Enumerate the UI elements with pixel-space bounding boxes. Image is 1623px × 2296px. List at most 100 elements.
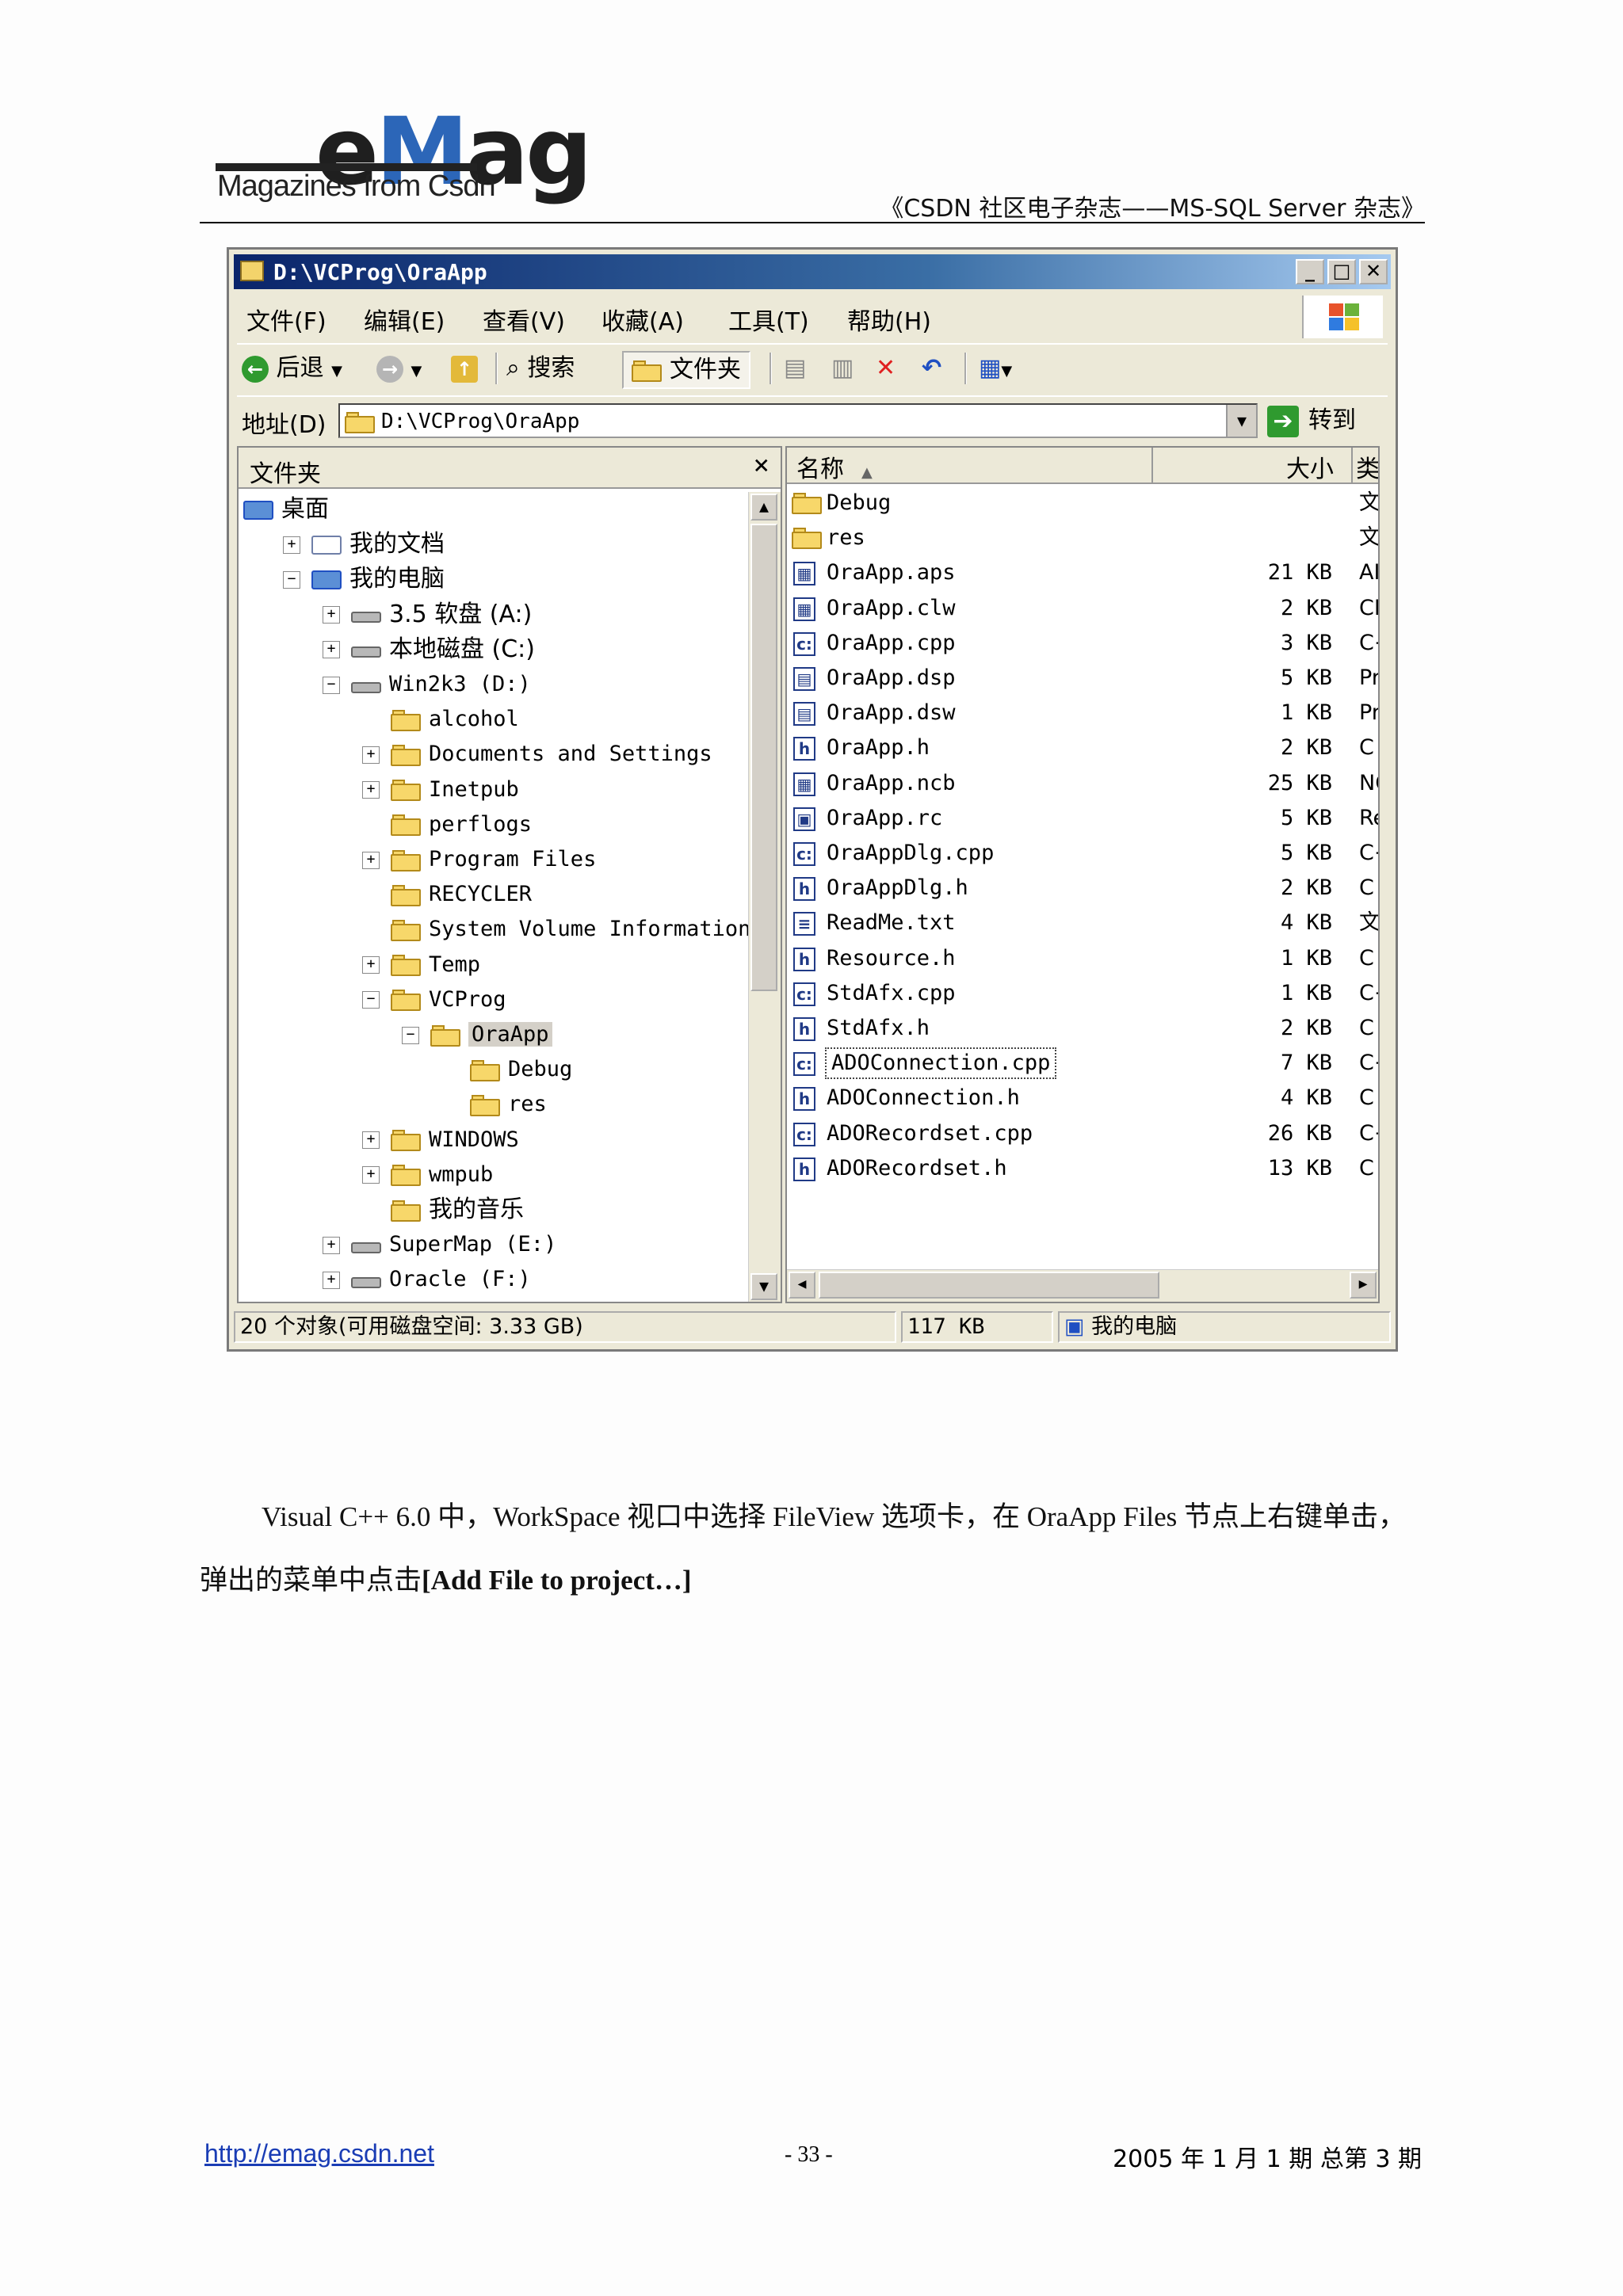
- tree-item[interactable]: System Volume Information: [362, 912, 750, 947]
- file-row[interactable]: h StdAfx.h 2 KB C: [787, 1011, 1378, 1046]
- column-name-header[interactable]: 名称 ▲: [796, 449, 873, 484]
- file-row[interactable]: ▦ OraApp.ncb 25 KB NC: [787, 766, 1378, 801]
- address-input[interactable]: D:\VCProg\OraApp ▼: [338, 403, 1258, 438]
- menu-tools[interactable]: 工具(T): [728, 302, 809, 337]
- tree-item[interactable]: alcohol: [362, 702, 519, 737]
- collapse-icon[interactable]: −: [362, 991, 380, 1009]
- file-row[interactable]: ▦ OraApp.aps 21 KB AI: [787, 555, 1378, 590]
- back-button[interactable]: ← 后退 ▼: [242, 351, 342, 386]
- file-row[interactable]: h Resource.h 1 KB C: [787, 941, 1378, 976]
- scroll-right-button[interactable]: ▶: [1350, 1272, 1377, 1299]
- file-row[interactable]: c: OraApp.cpp 3 KB C+: [787, 626, 1378, 661]
- search-button[interactable]: ⌕ 搜索: [506, 351, 575, 386]
- expand-icon[interactable]: +: [362, 1166, 380, 1184]
- address-dropdown-button[interactable]: ▼: [1226, 405, 1256, 437]
- search-label: 搜索: [527, 354, 575, 382]
- column-divider[interactable]: [1351, 448, 1353, 482]
- file-row[interactable]: h OraAppDlg.h 2 KB C: [787, 871, 1378, 906]
- tree-item[interactable]: + Oracle (F:): [323, 1262, 531, 1297]
- menu-help[interactable]: 帮助(H): [847, 302, 931, 337]
- forward-button[interactable]: → ▼: [376, 351, 422, 386]
- scroll-thumb[interactable]: [750, 524, 777, 991]
- tree-item[interactable]: 我的音乐: [362, 1192, 524, 1227]
- minimize-button[interactable]: _: [1296, 259, 1324, 284]
- tree-item[interactable]: + Program Files: [362, 842, 596, 877]
- file-row[interactable]: ▦ OraApp.clw 2 KB CI: [787, 591, 1378, 626]
- delete-button[interactable]: ✕: [876, 351, 896, 386]
- column-size-header[interactable]: 大小: [1286, 449, 1334, 484]
- tree-item[interactable]: +3.5 软盘 (A:): [323, 597, 532, 632]
- file-row[interactable]: ▤ OraApp.dsw 1 KB Pr: [787, 696, 1378, 730]
- tree-item[interactable]: RECYCLER: [362, 877, 532, 912]
- file-row[interactable]: c: ADORecordset.cpp 26 KB C+: [787, 1116, 1378, 1151]
- collapse-icon[interactable]: −: [402, 1026, 419, 1044]
- close-button[interactable]: ✕: [1359, 259, 1388, 284]
- tree-item[interactable]: res: [441, 1087, 547, 1122]
- expand-icon[interactable]: +: [283, 536, 300, 554]
- tree-item[interactable]: + Documents and Settings: [362, 737, 712, 772]
- menu-file[interactable]: 文件(F): [246, 302, 327, 337]
- horizontal-scrollbar[interactable]: ◀ ▶: [787, 1269, 1378, 1302]
- file-row[interactable]: h OraApp.h 2 KB C: [787, 730, 1378, 765]
- tree-item[interactable]: + SuperMap (E:): [323, 1227, 556, 1262]
- tree-item[interactable]: 桌面: [243, 492, 329, 527]
- tree-item[interactable]: + Inetpub: [362, 772, 519, 807]
- maximize-button[interactable]: □: [1327, 259, 1356, 284]
- undo-button[interactable]: ↶: [922, 351, 941, 386]
- scroll-down-button[interactable]: ▼: [750, 1273, 777, 1300]
- file-row[interactable]: h ADOConnection.h 4 KB C: [787, 1081, 1378, 1116]
- file-row[interactable]: ≡ ReadMe.txt 4 KB 文: [787, 906, 1378, 940]
- collapse-icon[interactable]: −: [323, 676, 340, 694]
- windows-logo-icon: [1302, 296, 1383, 338]
- close-pane-button[interactable]: ×: [754, 449, 769, 481]
- views-button[interactable]: ▦▼: [979, 351, 1012, 386]
- expand-icon[interactable]: +: [362, 956, 380, 974]
- go-button[interactable]: ➔ 转到: [1267, 403, 1356, 438]
- vertical-scrollbar[interactable]: ▲ ▼: [748, 492, 781, 1302]
- expand-icon[interactable]: +: [323, 1271, 340, 1289]
- column-divider[interactable]: [1151, 448, 1153, 482]
- tree-item[interactable]: + 本地磁盘 (C:): [323, 632, 535, 667]
- move-to-button[interactable]: ▤: [784, 351, 806, 386]
- tree-item[interactable]: − 我的电脑: [283, 562, 445, 597]
- folder-tree: 桌面 + 我的文档 − 我的电脑 +3.5 软盘 (A:) + 本地磁盘 (C:) − Win2k…: [239, 492, 750, 1302]
- expand-icon[interactable]: +: [323, 606, 340, 624]
- tree-item[interactable]: + wmpub: [362, 1158, 493, 1192]
- file-row[interactable]: c: StdAfx.cpp 1 KB C+: [787, 976, 1378, 1011]
- scroll-up-button[interactable]: ▲: [750, 494, 777, 521]
- tree-item[interactable]: − Win2k3 (D:): [323, 667, 531, 702]
- expand-icon[interactable]: +: [323, 641, 340, 659]
- expand-icon[interactable]: +: [362, 746, 380, 764]
- scroll-thumb[interactable]: [819, 1272, 1159, 1299]
- tree-item[interactable]: + WINDOWS: [362, 1123, 519, 1158]
- sort-ascending-icon: ▲: [861, 464, 873, 481]
- file-row[interactable]: ▤ OraApp.dsp 5 KB Pr: [787, 661, 1378, 696]
- up-folder-button[interactable]: ↑: [451, 351, 478, 386]
- folders-button[interactable]: 文件夹: [622, 351, 750, 389]
- folder-icon: [391, 1164, 421, 1187]
- expand-icon[interactable]: +: [362, 1131, 380, 1150]
- tree-item[interactable]: − OraApp: [402, 1017, 552, 1052]
- menu-favorites[interactable]: 收藏(A): [601, 302, 684, 337]
- collapse-icon[interactable]: −: [283, 570, 300, 589]
- file-row[interactable]: c: ADOConnection.cpp 7 KB C+: [787, 1046, 1378, 1081]
- tree-item[interactable]: − VCProg: [362, 982, 506, 1017]
- file-row[interactable]: res 文: [787, 521, 1378, 555]
- expand-icon[interactable]: +: [362, 781, 380, 799]
- tree-item[interactable]: + Temp: [362, 948, 480, 982]
- menu-edit[interactable]: 编辑(E): [364, 302, 445, 337]
- file-row[interactable]: c: OraAppDlg.cpp 5 KB C+: [787, 836, 1378, 871]
- expand-icon[interactable]: +: [362, 851, 380, 869]
- file-row[interactable]: ▣ OraApp.rc 5 KB Re: [787, 801, 1378, 836]
- file-row[interactable]: h ADORecordset.h 13 KB C: [787, 1151, 1378, 1186]
- tree-item[interactable]: Debug: [441, 1052, 572, 1087]
- copy-to-button[interactable]: ▥: [831, 351, 854, 386]
- tree-item[interactable]: perflogs: [362, 807, 532, 842]
- file-row[interactable]: Debug 文: [787, 486, 1378, 521]
- scroll-left-button[interactable]: ◀: [789, 1272, 815, 1299]
- expand-icon[interactable]: +: [323, 1236, 340, 1254]
- footer-link[interactable]: http://emag.csdn.net: [204, 2139, 434, 2168]
- column-type-header[interactable]: 类: [1356, 449, 1378, 484]
- tree-item[interactable]: + 我的文档: [283, 527, 445, 562]
- menu-view[interactable]: 查看(V): [483, 302, 565, 337]
